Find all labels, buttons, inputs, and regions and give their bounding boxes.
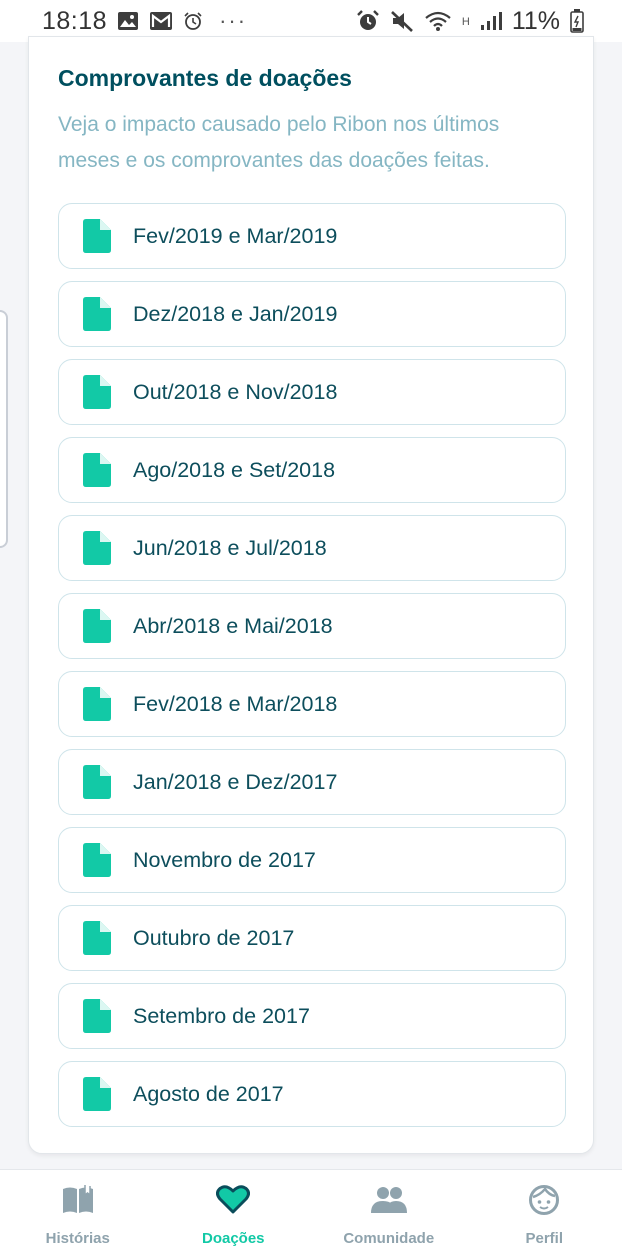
image-icon: [117, 11, 139, 31]
receipt-label: Novembro de 2017: [133, 847, 316, 872]
receipt-label: Ago/2018 e Set/2018: [133, 457, 336, 482]
card-title: Comprovantes de doações: [58, 65, 352, 91]
battery-icon: [570, 9, 584, 33]
receipt-item[interactable]: Out/2018 e Nov/2018: [58, 359, 566, 425]
receipt-item[interactable]: Agosto de 2017: [58, 1061, 566, 1127]
bottom-navigation: Histórias Doações Comunidade Perfil: [0, 1169, 622, 1253]
nav-item-comunidade[interactable]: Comunidade: [311, 1170, 467, 1253]
receipt-label: Outubro de 2017: [133, 925, 295, 950]
receipt-list: Fev/2019 e Mar/2019 Dez/2018 e Jan/2019 …: [58, 203, 566, 1139]
wifi-icon: [424, 10, 452, 32]
network-type-label: H: [461, 15, 470, 28]
alarm-icon: [356, 10, 380, 32]
receipt-label: Agosto de 2017: [133, 1081, 284, 1106]
receipt-label: Fev/2019 e Mar/2019: [133, 223, 338, 248]
alarm-icon: [183, 11, 203, 31]
document-icon: [83, 453, 111, 487]
face-icon: [528, 1183, 560, 1217]
nav-item-doacoes[interactable]: Doações: [156, 1170, 312, 1253]
receipt-item[interactable]: Novembro de 2017: [58, 827, 566, 893]
status-time: 18:18: [42, 6, 108, 35]
signal-icon: [480, 11, 502, 31]
more-notifications-indicator: ···: [219, 8, 248, 33]
receipt-label: Abr/2018 e Mai/2018: [133, 613, 333, 638]
document-icon: [83, 297, 111, 331]
receipt-label: Jun/2018 e Jul/2018: [133, 535, 327, 560]
mail-icon: [149, 11, 173, 31]
receipt-item[interactable]: Jun/2018 e Jul/2018: [58, 515, 566, 581]
receipt-item[interactable]: Setembro de 2017: [58, 983, 566, 1049]
document-icon: [83, 531, 111, 565]
nav-label: Doações: [201, 1230, 265, 1247]
receipt-item[interactable]: Outubro de 2017: [58, 905, 566, 971]
document-icon: [83, 921, 111, 955]
document-icon: [83, 375, 111, 409]
receipt-label: Setembro de 2017: [133, 1003, 310, 1028]
receipt-label: Dez/2018 e Jan/2019: [133, 301, 338, 326]
adjacent-card-edge: [0, 310, 8, 548]
receipt-item[interactable]: Jan/2018 e Dez/2017: [58, 749, 566, 815]
document-icon: [83, 687, 111, 721]
document-icon: [83, 765, 111, 799]
receipt-item[interactable]: Fev/2019 e Mar/2019: [58, 203, 566, 269]
receipt-item[interactable]: Fev/2018 e Mar/2018: [58, 671, 566, 737]
receipts-card: Comprovantes de doações Veja o impacto c…: [28, 36, 594, 1154]
document-icon: [83, 609, 111, 643]
nav-label: Comunidade: [343, 1230, 435, 1247]
nav-item-historias[interactable]: Histórias: [0, 1170, 156, 1253]
nav-label: Histórias: [45, 1230, 110, 1247]
book-icon: [61, 1183, 95, 1217]
status-bar-left: 18:18 ···: [42, 7, 247, 36]
receipt-item[interactable]: Ago/2018 e Set/2018: [58, 437, 566, 503]
receipt-label: Out/2018 e Nov/2018: [133, 379, 338, 404]
receipt-item[interactable]: Dez/2018 e Jan/2019: [58, 281, 566, 347]
nav-label: Perfil: [525, 1230, 563, 1247]
receipt-label: Jan/2018 e Dez/2017: [133, 769, 338, 794]
document-icon: [83, 219, 111, 253]
receipt-item[interactable]: Abr/2018 e Mai/2018: [58, 593, 566, 659]
receipt-label: Fev/2018 e Mar/2018: [133, 691, 338, 716]
heart-icon: [216, 1183, 251, 1217]
document-icon: [83, 843, 111, 877]
card-subtitle: Veja o impacto causado pelo Ribon nos úl…: [58, 113, 500, 172]
nav-item-perfil[interactable]: Perfil: [467, 1170, 622, 1253]
document-icon: [83, 999, 111, 1033]
status-bar-right: H 11%: [356, 7, 584, 36]
battery-percent: 11%: [511, 6, 560, 35]
document-icon: [83, 1077, 111, 1111]
people-icon: [370, 1183, 408, 1217]
mute-icon: [390, 10, 414, 32]
